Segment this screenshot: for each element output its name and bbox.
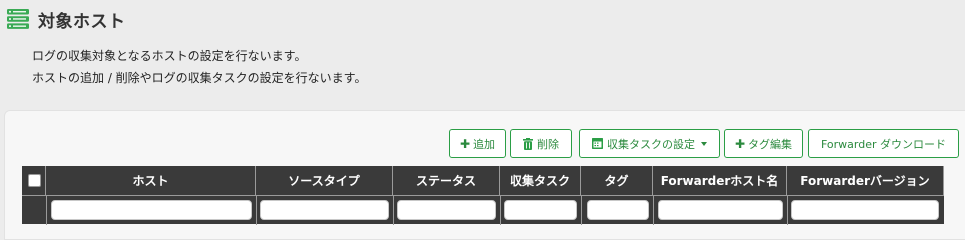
description-line-1: ログの収集対象となるホストの設定を行ないます。 [32,49,307,63]
hosts-table: ホスト ソースタイプ ステータス 収集タスク タグ Forwarderホスト名 … [22,166,944,225]
server-icon [6,8,30,30]
filter-status-input[interactable] [397,200,496,220]
plus-icon: ✚ [459,136,471,151]
plus-icon: ✚ [734,136,746,151]
filter-source-type-input[interactable] [260,200,389,220]
forwarder-download-label: Forwarder ダウンロード [820,137,947,151]
delete-button-label: 削除 [537,137,559,151]
column-header-tag[interactable]: タグ [581,166,653,195]
collection-task-settings-label: 収集タスクの設定 [607,137,695,151]
trash-icon [523,137,533,150]
caret-down-icon [701,141,707,146]
select-all-header [22,166,46,195]
column-header-status[interactable]: ステータス [393,166,500,195]
column-header-forwarder-hostname[interactable]: Forwarderホスト名 [653,166,787,195]
page-header: 対象ホスト [6,6,126,32]
filter-host-input[interactable] [51,200,252,220]
column-header-forwarder-version[interactable]: Forwarderバージョン [787,166,944,195]
add-button-label: 追加 [473,137,496,151]
forwarder-download-button[interactable]: Forwarder ダウンロード [808,129,959,158]
filter-forwarder-hostname-input[interactable] [658,200,783,220]
description-line-2: ホストの追加 / 削除やログの収集タスクの設定を行ないます。 [32,71,367,85]
column-header-host[interactable]: ホスト [46,166,256,195]
delete-button[interactable]: 削除 [510,129,572,158]
tag-edit-button[interactable]: ✚ タグ編集 [724,129,803,158]
column-header-collection-task[interactable]: 収集タスク [500,166,581,195]
calendar-icon [592,138,603,149]
filter-row [22,195,944,225]
add-button[interactable]: ✚ 追加 [449,129,506,158]
collection-task-settings-dropdown[interactable]: 収集タスクの設定 [579,129,720,158]
column-header-source-type[interactable]: ソースタイプ [256,166,393,195]
page-title: 対象ホスト [38,11,126,32]
filter-tag-input[interactable] [587,200,649,220]
tag-edit-label: タグ編集 [748,137,793,151]
filter-collection-task-input[interactable] [504,200,577,220]
select-all-checkbox[interactable] [28,174,41,187]
filter-forwarder-version-input[interactable] [791,200,939,220]
